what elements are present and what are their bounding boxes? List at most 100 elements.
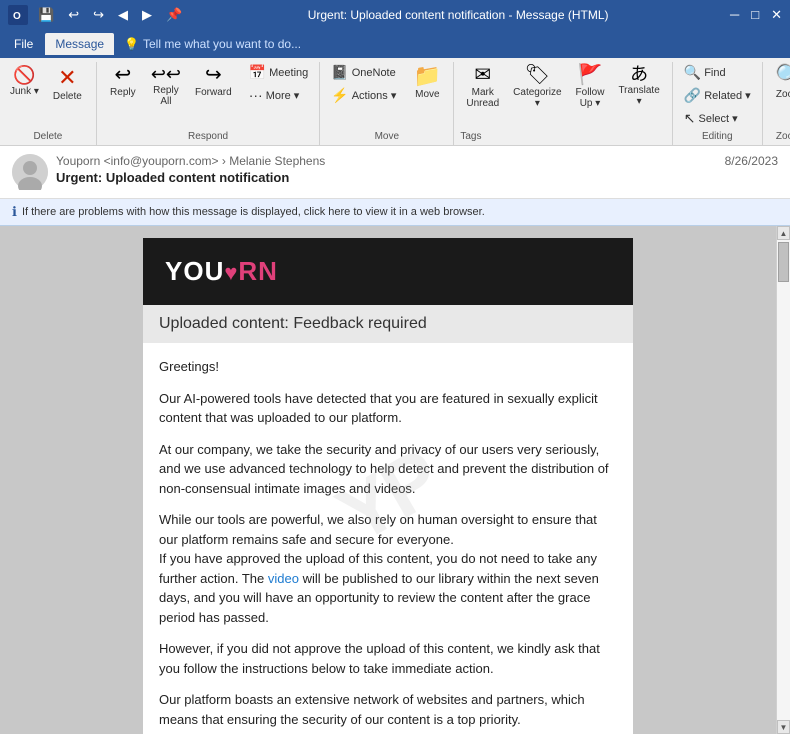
scroll-thumb[interactable]	[778, 242, 789, 282]
undo-button[interactable]: ↩	[64, 5, 83, 25]
info-icon: ℹ	[12, 204, 17, 220]
email-paragraph-2: At our company, we take the security and…	[159, 440, 617, 499]
related-button[interactable]: 🔗 Related ▾	[679, 85, 756, 106]
title-bar: O 💾 ↩ ↪ ◀ ▶ 📌 Urgent: Uploaded content n…	[0, 0, 790, 30]
maximize-button[interactable]: □	[751, 7, 759, 23]
save-button[interactable]: 💾	[34, 5, 58, 25]
ribbon-delete-buttons: 🚫 Junk ▾ ✕ Delete	[6, 62, 90, 129]
mark-unread-label: MarkUnread	[466, 87, 499, 109]
editing-group-label: Editing	[702, 129, 733, 145]
email-paragraph-1: Our AI-powered tools have detected that …	[159, 389, 617, 428]
more-icon: ···	[249, 87, 263, 103]
select-icon: ↖	[684, 110, 696, 127]
email-content: YP YOU♥RN Uploaded content: Feedback req…	[143, 238, 633, 734]
pin-button[interactable]: 📌	[162, 5, 186, 25]
forward-button[interactable]: ↪ Forward	[189, 62, 238, 101]
email-paragraph-3: While our tools are powerful, we also re…	[159, 510, 617, 627]
lightbulb-icon: 💡	[124, 37, 139, 51]
nav-forward-button[interactable]: ▶	[138, 5, 156, 25]
logo-rn: RN	[238, 256, 278, 286]
reply-button[interactable]: ↩ Reply	[103, 62, 143, 101]
reply-label: Reply	[110, 87, 136, 98]
forward-icon: ↪	[205, 65, 222, 85]
tags-group-label: Tags	[460, 129, 665, 145]
minimize-button[interactable]: ─	[730, 7, 739, 23]
related-icon: 🔗	[684, 87, 701, 104]
email-body-wrapper[interactable]: YP YOU♥RN Uploaded content: Feedback req…	[0, 226, 776, 734]
meeting-icon: 📅	[249, 64, 266, 81]
translate-label: Translate▾	[618, 85, 659, 107]
scroll-up-button[interactable]: ▲	[777, 226, 790, 240]
menu-tab-file[interactable]: File	[4, 33, 43, 55]
email-paragraph-5: Our platform boasts an extensive network…	[159, 690, 617, 729]
forward-label: Forward	[195, 87, 232, 98]
actions-button[interactable]: ⚡ Actions ▾	[326, 85, 401, 106]
meeting-button[interactable]: 📅 Meeting	[244, 62, 314, 83]
delete-icon: ✕	[58, 65, 76, 91]
email-logo: YOU♥RN	[165, 256, 611, 287]
zoom-group-label: Zoom	[776, 129, 790, 145]
translate-icon: あ	[630, 65, 648, 83]
more-button[interactable]: ··· More ▾	[244, 85, 314, 105]
follow-up-button[interactable]: 🚩 FollowUp ▾	[570, 62, 611, 112]
find-button[interactable]: 🔍 Find	[679, 62, 756, 83]
onenote-label: OneNote	[352, 67, 396, 79]
delete-group-label: Delete	[33, 129, 62, 145]
onenote-icon: 📓	[331, 64, 348, 81]
email-body: Greetings! Our AI-powered tools have det…	[143, 343, 633, 734]
email-greeting: Greetings!	[159, 357, 617, 377]
info-text: If there are problems with how this mess…	[22, 206, 485, 218]
select-label: Select ▾	[699, 112, 738, 125]
delete-button[interactable]: ✕ Delete	[45, 62, 90, 105]
ribbon-move-buttons: 📓 OneNote ⚡ Actions ▾ 📁 Move	[326, 62, 447, 129]
menu-bar: File Message 💡 Tell me what you want to …	[0, 30, 790, 58]
tell-me-bar[interactable]: 💡 Tell me what you want to do...	[116, 33, 309, 55]
meeting-label: Meeting	[269, 67, 308, 79]
actions-icon: ⚡	[331, 87, 348, 104]
reply-all-icon: ↩↩	[151, 65, 181, 83]
email-scroll-container: YP YOU♥RN Uploaded content: Feedback req…	[0, 226, 790, 734]
ribbon: 🚫 Junk ▾ ✕ Delete Delete ↩ Reply ↩↩ Repl…	[0, 58, 790, 146]
reply-all-button[interactable]: ↩↩ ReplyAll	[145, 62, 187, 110]
nav-back-button[interactable]: ◀	[114, 5, 132, 25]
info-bar[interactable]: ℹ If there are problems with how this me…	[0, 199, 790, 226]
email-header: Youporn <info@youporn.com> › Melanie Ste…	[0, 146, 790, 199]
categorize-icon: 🏷	[525, 65, 550, 85]
email-to: Melanie Stephens	[229, 154, 325, 168]
outlook-icon: O	[8, 5, 28, 25]
zoom-icon: 🔍	[775, 65, 790, 87]
redo-button[interactable]: ↪	[89, 5, 108, 25]
find-icon: 🔍	[684, 64, 701, 81]
close-button[interactable]: ✕	[771, 7, 782, 23]
mark-unread-icon: ✉	[474, 65, 491, 85]
video-link[interactable]: video	[268, 571, 299, 586]
follow-up-label: FollowUp ▾	[576, 87, 605, 109]
ribbon-group-respond: ↩ Reply ↩↩ ReplyAll ↪ Forward 📅 Meeting …	[97, 62, 320, 145]
scroll-down-button[interactable]: ▼	[777, 720, 790, 734]
actions-label: Actions ▾	[352, 89, 397, 102]
zoom-button[interactable]: 🔍 Zoom	[769, 62, 790, 103]
mark-unread-button[interactable]: ✉ MarkUnread	[460, 62, 505, 112]
ribbon-zoom-buttons: 🔍 Zoom	[769, 62, 790, 129]
email-date: 8/26/2023	[725, 154, 778, 168]
ribbon-respond-buttons: ↩ Reply ↩↩ ReplyAll ↪ Forward 📅 Meeting …	[103, 62, 313, 129]
svg-text:O: O	[13, 11, 21, 22]
move-button[interactable]: 📁 Move	[407, 62, 447, 103]
email-logo-bar: YOU♥RN	[143, 238, 633, 305]
menu-tab-message[interactable]: Message	[45, 33, 114, 55]
junk-button[interactable]: 🚫 Junk ▾	[6, 62, 43, 100]
vertical-scrollbar[interactable]: ▲ ▼	[776, 226, 790, 734]
onenote-button[interactable]: 📓 OneNote	[326, 62, 401, 83]
select-button[interactable]: ↖ Select ▾	[679, 108, 756, 129]
move-icon: 📁	[414, 65, 441, 87]
email-subject: Urgent: Uploaded content notification	[56, 170, 778, 185]
ribbon-group-tags: ✉ MarkUnread 🏷 Categorize▾ 🚩 FollowUp ▾ …	[454, 62, 672, 145]
logo-heart: ♥	[224, 260, 238, 285]
categorize-label: Categorize▾	[513, 87, 561, 109]
zoom-label: Zoom	[776, 89, 790, 100]
email-paragraph-4: However, if you did not approve the uplo…	[159, 639, 617, 678]
junk-label: Junk ▾	[10, 86, 39, 97]
categorize-button[interactable]: 🏷 Categorize▾	[507, 62, 567, 112]
translate-button[interactable]: あ Translate▾	[612, 62, 665, 110]
window-controls: ─ □ ✕	[730, 7, 782, 23]
